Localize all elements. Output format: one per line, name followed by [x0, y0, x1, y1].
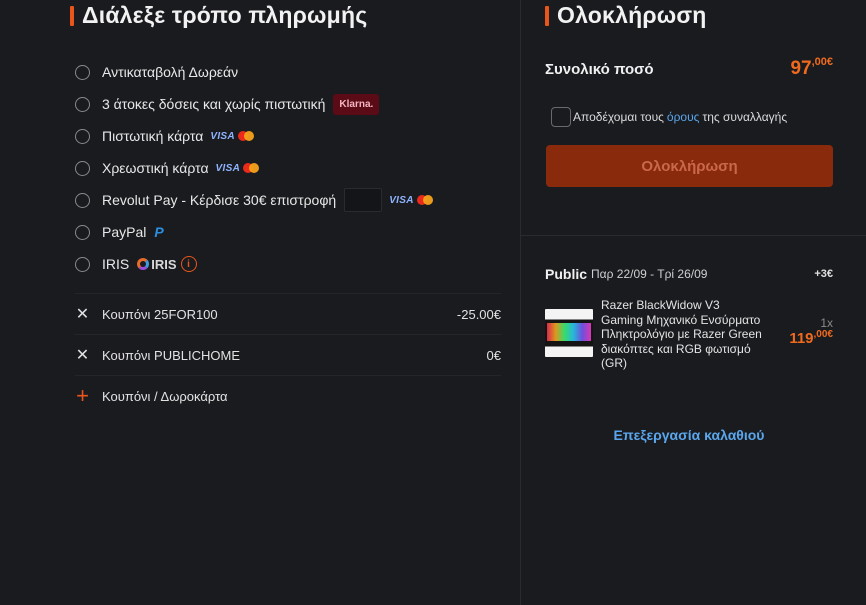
total-amount: 97,00€ [790, 56, 833, 80]
coupon-value: 0€ [486, 347, 501, 363]
coupon-item: ✕ Κουπόνι 25FOR100 -25.00€ [75, 293, 501, 334]
payment-method-klarna[interactable]: 3 άτοκες δόσεις και χωρίς πιστωτική Klar… [75, 88, 515, 120]
mastercard-logo-icon [243, 163, 260, 173]
summary-divider [521, 235, 866, 236]
coupon-label: Κουπόνι 25FOR100 [102, 306, 218, 322]
paypal-logo-icon: P [154, 224, 164, 240]
total-label: Συνολικό ποσό [545, 61, 654, 78]
summary-title-text: Ολοκλήρωση [557, 2, 707, 28]
title-accent-bar [545, 5, 549, 26]
mastercard-logo-icon [416, 195, 433, 205]
revolut-logo-icon [344, 188, 383, 212]
product-meta: 1x 119,00€ [763, 298, 833, 371]
delivery-store: Public [545, 266, 588, 282]
terms-link[interactable]: όρους [667, 110, 700, 124]
checkout-page: Διάλεξε τρόπο πληρωμής Αντικαταβολή Δωρε… [0, 0, 866, 605]
title-accent-bar [70, 5, 74, 26]
radio-button[interactable] [75, 96, 90, 112]
payment-method-cod[interactable]: Αντικαταβολή Δωρεάν [75, 56, 515, 88]
mastercard-logo-icon [237, 131, 254, 141]
payment-method-paypal[interactable]: PayPal P [75, 216, 515, 248]
plus-icon: + [76, 383, 89, 408]
product-quantity: 1x [820, 316, 833, 330]
payment-method-iris[interactable]: IRIS IRIS i [75, 248, 515, 280]
payment-method-revolut[interactable]: Revolut Pay - Κέρδισε 30€ επιστροφή VISA [75, 184, 515, 216]
payment-method-label: Revolut Pay - Κέρδισε 30€ επιστροφή [102, 192, 337, 208]
payment-section: Διάλεξε τρόπο πληρωμής Αντικαταβολή Δωρε… [0, 0, 520, 605]
payment-method-debit-card[interactable]: Χρεωστική κάρτα VISA [75, 152, 515, 184]
summary-title: Ολοκλήρωση [545, 2, 707, 29]
payment-methods-list: Αντικαταβολή Δωρεάν 3 άτοκες δόσεις και … [75, 56, 515, 280]
visa-logo-icon: VISA [210, 130, 235, 142]
total-amount-int: 97 [790, 58, 812, 79]
payment-method-label: PayPal [102, 224, 147, 240]
add-coupon-button[interactable]: + Κουπόνι / Δωροκάρτα [75, 375, 501, 416]
remove-coupon-icon[interactable]: ✕ [75, 345, 90, 365]
iris-logo-text: IRIS [151, 256, 177, 272]
cart-product: Razer BlackWidow V3 Gaming Μηχανικό Ενσύ… [545, 298, 833, 371]
delivery-dates: Παρ 22/09 - Τρί 26/09 [591, 267, 708, 281]
product-image [545, 309, 593, 357]
terms-suffix: της συναλλαγής [702, 110, 788, 124]
remove-coupon-icon[interactable]: ✕ [75, 304, 90, 324]
coupons-list: ✕ Κουπόνι 25FOR100 -25.00€ ✕ Κουπόνι PUB… [75, 293, 501, 416]
product-name: Razer BlackWidow V3 Gaming Μηχανικό Ενσύ… [601, 298, 762, 370]
edit-cart-link[interactable]: Επεξεργασία καλαθιού [545, 427, 833, 443]
delivery-info: Public Παρ 22/09 - Τρί 26/09 +3€ [545, 266, 833, 282]
radio-button[interactable] [75, 256, 90, 272]
terms-acceptance: Αποδέχομαι τους όρους της συναλλαγής [551, 107, 787, 127]
radio-button[interactable] [75, 128, 90, 144]
iris-circle-icon [137, 258, 150, 270]
payment-title: Διάλεξε τρόπο πληρωμής [70, 2, 367, 29]
add-coupon-label: Κουπόνι / Δωροκάρτα [102, 388, 228, 404]
terms-checkbox[interactable] [551, 107, 571, 127]
delivery-fee: +3€ [814, 268, 833, 280]
iris-logo-icon: IRIS [137, 256, 177, 272]
payment-title-text: Διάλεξε τρόπο πληρωμής [82, 2, 368, 28]
product-price-int: 119 [789, 330, 814, 347]
payment-method-label: Πιστωτική κάρτα [102, 128, 204, 144]
visa-logo-icon: VISA [215, 162, 241, 174]
summary-section: Ολοκλήρωση Συνολικό ποσό 97,00€ Αποδέχομ… [521, 0, 866, 605]
klarna-logo-icon: Klarna. [333, 93, 380, 115]
total-row: Συνολικό ποσό 97,00€ [545, 56, 833, 80]
total-amount-dec: ,00€ [811, 56, 833, 68]
payment-method-label: Αντικαταβολή Δωρεάν [102, 64, 239, 80]
payment-method-label: 3 άτοκες δόσεις και χωρίς πιστωτική [102, 96, 326, 112]
payment-method-credit-card[interactable]: Πιστωτική κάρτα VISA [75, 120, 515, 152]
coupon-label: Κουπόνι PUBLICHOME [102, 347, 241, 363]
coupon-value: -25.00€ [456, 306, 501, 322]
visa-logo-icon: VISA [389, 194, 414, 206]
info-icon[interactable]: i [180, 256, 197, 272]
complete-order-button[interactable]: Ολοκλήρωση [546, 145, 833, 187]
payment-method-label: IRIS [102, 256, 130, 272]
product-price-dec: ,00€ [813, 329, 833, 340]
payment-method-label: Χρεωστική κάρτα [102, 160, 209, 176]
product-price: 119,00€ [763, 329, 833, 347]
coupon-item: ✕ Κουπόνι PUBLICHOME 0€ [75, 334, 501, 375]
terms-prefix: Αποδέχομαι τους [573, 110, 664, 124]
radio-button[interactable] [75, 160, 90, 176]
radio-button[interactable] [75, 192, 90, 208]
radio-button[interactable] [75, 64, 90, 80]
radio-button[interactable] [75, 224, 90, 240]
